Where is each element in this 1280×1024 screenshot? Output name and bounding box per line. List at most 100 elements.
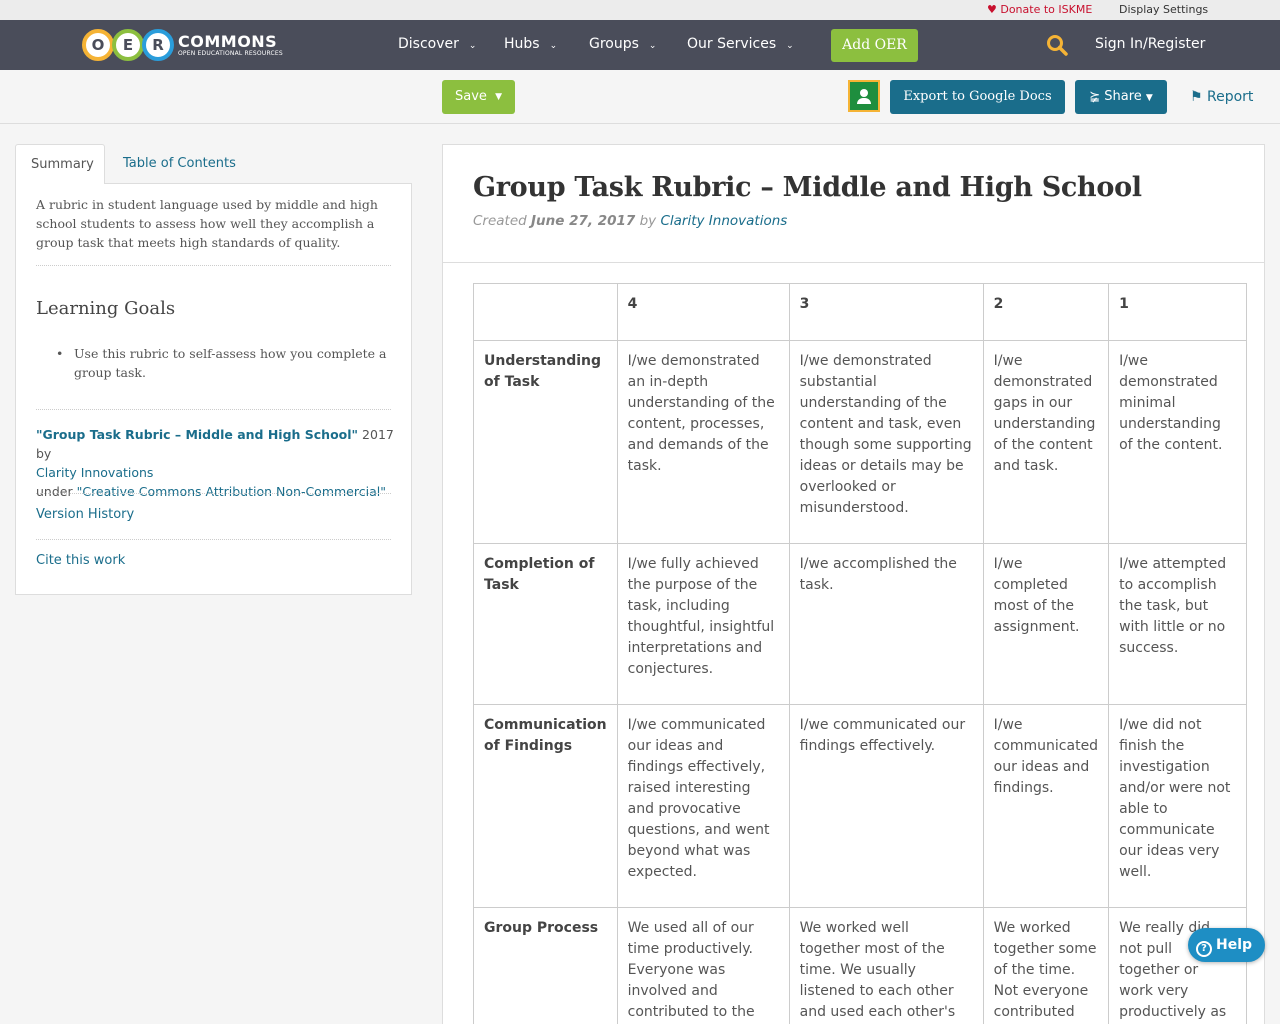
attribution-author-link[interactable]: Clarity Innovations (36, 465, 153, 480)
page-title: Group Task Rubric – Middle and High Scho… (473, 172, 1142, 203)
learning-goals-list: Use this rubric to self-assess how you c… (56, 344, 391, 382)
flag-icon: ⚑ (1190, 89, 1203, 105)
rubric-cell: I/we accomplished the task. (788, 543, 984, 705)
divider (36, 493, 391, 494)
chevron-down-icon: ⌄ (549, 41, 558, 51)
rubric-criterion: Understanding of Task (473, 340, 618, 544)
table-row: Understanding of Task I/we demonstrated … (473, 340, 1248, 544)
attribution-under: under (36, 484, 77, 499)
rubric-cell: I/we demonstrated minimal understanding … (1108, 340, 1248, 544)
nav-discover-label: Discover (398, 36, 459, 52)
rubric-cell: I/we communicated our findings effective… (788, 704, 984, 908)
nav-groups[interactable]: Groups ⌄ (589, 36, 656, 52)
table-row: Communication of Findings I/we communica… (473, 704, 1248, 908)
attribution-title-link[interactable]: "Group Task Rubric – Middle and High Sch… (36, 427, 358, 442)
chevron-down-icon: ⌄ (648, 41, 657, 51)
summary-panel: A rubric in student language used by mid… (15, 183, 412, 595)
created-date: June 27, 2017 (531, 213, 636, 229)
logo-main-text: COMMONS (178, 32, 278, 51)
rubric-header-row: 4 3 2 1 (473, 283, 1248, 341)
main-content: Group Task Rubric – Middle and High Scho… (442, 144, 1265, 1024)
learning-goal-item: Use this rubric to self-assess how you c… (56, 344, 391, 382)
help-label: Help (1216, 937, 1253, 953)
donate-label: Donate to ISKME (1000, 3, 1093, 16)
attribution: "Group Task Rubric – Middle and High Sch… (36, 425, 396, 501)
rubric-cell: We worked well together most of the time… (788, 907, 984, 1024)
rubric-criterion: Completion of Task (473, 543, 618, 705)
search-icon[interactable] (1046, 34, 1068, 56)
logo-letter-e: E (112, 29, 144, 61)
rubric-cell: We worked together some of the time. Not… (982, 907, 1110, 1024)
rubric-cell: We really did not pull together or work … (1108, 907, 1248, 1024)
nav-groups-label: Groups (589, 36, 639, 52)
document-meta: Created June 27, 2017 by Clarity Innovat… (473, 213, 787, 229)
chevron-down-icon: ⌄ (468, 41, 477, 51)
rubric-header-cell: 3 (788, 283, 984, 341)
logo-sub-text: OPEN EDUCATIONAL RESOURCES (178, 50, 283, 57)
rubric-cell: I/we fully achieved the purpose of the t… (616, 543, 790, 705)
nav-hubs[interactable]: Hubs ⌄ (504, 36, 557, 52)
rubric-cell: I/we attempted to accomplish the task, b… (1108, 543, 1248, 705)
share-icon: ⪶ (1089, 89, 1101, 104)
rubric-cell: We used all of our time productively. Ev… (616, 907, 790, 1024)
share-label: Share (1104, 89, 1142, 104)
sidebar: Summary Table of Contents A rubric in st… (15, 144, 412, 595)
nav-our-services[interactable]: Our Services ⌄ (687, 36, 794, 52)
save-button[interactable]: Save ▼ (442, 80, 515, 114)
created-label: Created (473, 213, 532, 229)
nav-discover[interactable]: Discover ⌄ (398, 36, 476, 52)
summary-text: A rubric in student language used by mid… (36, 197, 378, 250)
rubric-cell: I/we demonstrated gaps in our understand… (982, 340, 1110, 544)
donate-link[interactable]: ♥ Donate to ISKME (987, 3, 1092, 16)
rubric-criterion: Group Process (473, 907, 618, 1024)
cite-work-link[interactable]: Cite this work (36, 553, 125, 568)
google-classroom-icon[interactable] (848, 80, 880, 112)
rubric-header-cell (473, 283, 618, 341)
license-link[interactable]: "Creative Commons Attribution Non-Commer… (77, 484, 386, 499)
rubric-header-cell: 1 (1108, 283, 1248, 341)
utility-bar: ♥ Donate to ISKME Display Settings (0, 0, 1280, 20)
caret-down-icon: ▼ (495, 92, 502, 102)
rubric-header-cell: 2 (982, 283, 1110, 341)
rubric-table: 4 3 2 1 Understanding of Task I/we demon… (473, 283, 1248, 1024)
report-label: Report (1207, 89, 1254, 105)
sign-in-register-link[interactable]: Sign In/Register (1095, 36, 1205, 52)
logo-letter-r: R (142, 29, 174, 61)
rubric-cell: I/we communicated our ideas and findings… (982, 704, 1110, 908)
rubric-cell: I/we completed most of the assignment. (982, 543, 1110, 705)
rubric-cell: I/we demonstrated an in-depth understand… (616, 340, 790, 544)
display-settings-link[interactable]: Display Settings (1119, 3, 1208, 16)
main-header: O E R COMMONS OPEN EDUCATIONAL RESOURCES… (0, 20, 1280, 70)
by-label: by (635, 213, 661, 229)
caret-down-icon: ▼ (1145, 93, 1153, 103)
tab-table-of-contents[interactable]: Table of Contents (108, 144, 251, 184)
logo-text: COMMONS OPEN EDUCATIONAL RESOURCES (178, 33, 283, 57)
rubric-criterion: Communication of Findings (473, 704, 618, 908)
rubric-cell: I/we communicated our ideas and findings… (616, 704, 790, 908)
divider (36, 539, 391, 540)
tab-summary[interactable]: Summary (15, 144, 105, 184)
rubric-header-cell: 4 (616, 283, 790, 341)
table-row: Group Process We used all of our time pr… (473, 907, 1248, 1024)
rubric-cell: I/we demonstrated substantial understand… (788, 340, 984, 544)
table-row: Completion of Task I/we fully achieved t… (473, 543, 1248, 705)
learning-goals-title: Learning Goals (36, 298, 176, 319)
report-link[interactable]: ⚑ Report (1190, 89, 1253, 105)
export-google-docs-button[interactable]: Export to Google Docs (890, 80, 1065, 114)
resource-toolbar: Save ▼ Export to Google Docs ⪶ Share ▼ ⚑… (0, 70, 1280, 124)
rubric-cell: I/we did not finish the investigation an… (1108, 704, 1248, 908)
question-icon: ? (1196, 941, 1212, 957)
nav-hubs-label: Hubs (504, 36, 540, 52)
help-button[interactable]: ? Help (1188, 928, 1265, 962)
google-classroom-graphic (850, 82, 878, 110)
oer-commons-logo[interactable]: O E R COMMONS OPEN EDUCATIONAL RESOURCES (82, 25, 283, 65)
divider (36, 265, 391, 266)
divider (443, 262, 1264, 263)
add-oer-button[interactable]: Add OER (831, 29, 918, 62)
author-link[interactable]: Clarity Innovations (660, 213, 787, 229)
divider (36, 409, 391, 410)
version-history-link[interactable]: Version History (36, 507, 134, 522)
nav-our-services-label: Our Services (687, 36, 777, 52)
share-button[interactable]: ⪶ Share ▼ (1075, 80, 1167, 114)
logo-letter-o: O (82, 29, 114, 61)
